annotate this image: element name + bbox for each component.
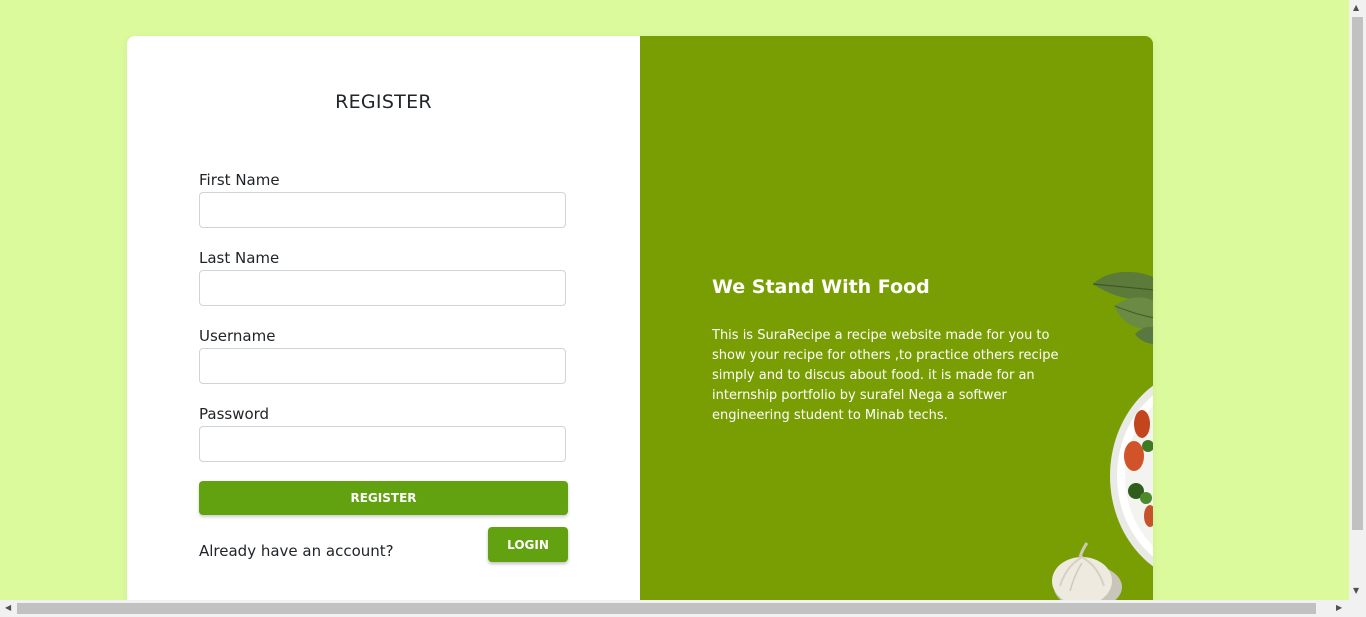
horizontal-scrollbar[interactable]: ◀ ▶ [0,600,1349,617]
register-card: REGISTER First Name Last Name Username P… [127,36,1153,600]
last-name-label: Last Name [199,249,280,267]
garlic-image [1052,542,1122,600]
horizontal-scroll-thumb[interactable] [17,603,1316,614]
scroll-left-arrow-icon[interactable]: ◀ [5,604,11,612]
first-name-input[interactable] [199,192,566,228]
register-button[interactable]: REGISTER [199,481,568,515]
last-name-input[interactable] [199,270,566,306]
vertical-scrollbar[interactable]: ▲ ▼ [1349,0,1366,617]
login-button[interactable]: LOGIN [488,527,568,562]
promo-description: This is SuraRecipe a recipe website made… [712,328,1059,423]
register-form-panel: REGISTER First Name Last Name Username P… [127,36,640,600]
scroll-right-arrow-icon[interactable]: ▶ [1336,604,1342,612]
promo-panel: We Stand With Food This is SuraRecipe a … [640,36,1153,600]
scroll-down-arrow-icon[interactable]: ▼ [1353,587,1359,595]
password-label: Password [199,405,270,423]
scroll-up-arrow-icon[interactable]: ▲ [1353,4,1359,12]
password-input[interactable] [199,426,566,462]
vertical-scroll-thumb[interactable] [1352,17,1363,530]
register-title: REGISTER [335,91,432,113]
first-name-label: First Name [199,171,280,189]
account-prompt-text: Already have an account? [199,542,394,560]
username-input[interactable] [199,348,566,384]
username-label: Username [199,327,276,345]
promo-heading: We Stand With Food [712,276,930,298]
basil-leaves-image [1092,271,1153,344]
